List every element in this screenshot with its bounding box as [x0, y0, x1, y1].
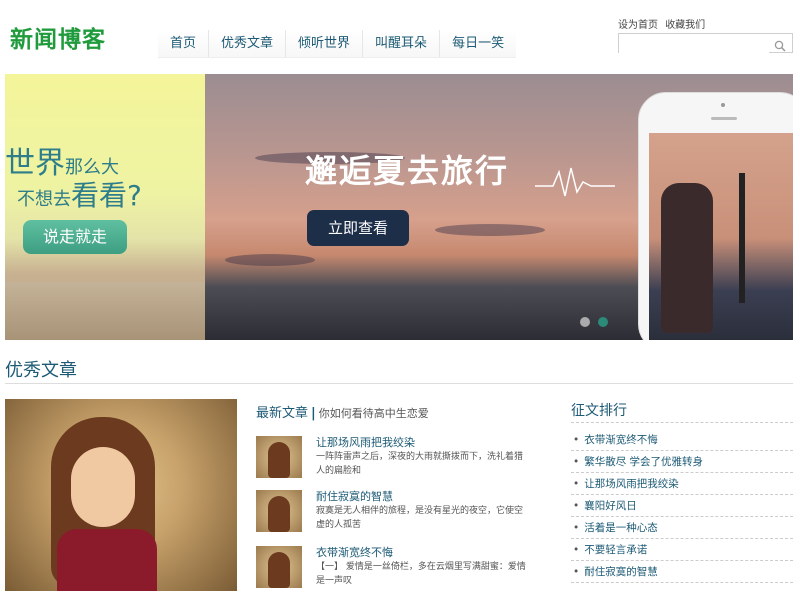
ranking-heading: 征文排行 — [571, 403, 627, 419]
phone-camera — [721, 103, 725, 107]
article-item: 衣带渐宽终不悔 【一】 爱情是一丝倚栏，多在云烟里写满甜蜜：爱情是一声叹 — [256, 546, 546, 592]
tripod-camera — [739, 173, 745, 303]
cloud-shape — [435, 224, 545, 236]
ranking-item[interactable]: 襄阳好风日 — [571, 495, 793, 517]
nav-item-world[interactable]: 倾听世界 — [285, 30, 362, 57]
phone-speaker — [711, 117, 737, 120]
ranking-item[interactable]: 让那场风雨把我绞染 — [571, 473, 793, 495]
article-item: 让那场风雨把我绞染 一阵阵雷声之后，深夜的大雨就撕拨而下，洗礼着猎人的扁脸和 — [256, 436, 546, 482]
latest-articles-heading: 最新文章 | 你如何看待高中生恋爱 — [256, 402, 429, 421]
article-excerpt: 一阵阵雷声之后，深夜的大雨就撕拨而下，洗礼着猎人的扁脸和 — [316, 452, 524, 476]
site-logo[interactable]: 新闻博客 — [10, 20, 106, 54]
ranking-divider — [571, 422, 793, 423]
heading-separator: | — [311, 406, 316, 421]
latest-articles-subtitle[interactable]: 你如何看待高中生恋爱 — [319, 407, 429, 420]
person-silhouette — [661, 183, 713, 333]
search-box — [618, 33, 793, 55]
ranking-item[interactable]: 耐住寂寞的智慧 — [571, 561, 793, 583]
view-now-button[interactable]: 立即查看 — [307, 210, 409, 246]
search-input[interactable] — [619, 37, 769, 55]
article-title[interactable]: 让那场风雨把我绞染 — [316, 434, 415, 450]
nav-item-ears[interactable]: 叫醒耳朵 — [362, 30, 439, 57]
cloud-shape — [225, 254, 315, 266]
article-item: 耐住寂寞的智慧 寂寞是无人相伴的旅程，是没有星光的夜空，它使空虚的人孤苦 — [256, 490, 546, 536]
go-now-button[interactable]: 说走就走 — [23, 220, 127, 254]
ranking-item[interactable]: 不要轻言承诺 — [571, 539, 793, 561]
girl-face — [71, 447, 135, 527]
ranking-item[interactable]: 繁华散尽 学会了优雅转身 — [571, 451, 793, 473]
article-thumbnail[interactable] — [256, 490, 302, 532]
top-links: 设为首页 收藏我们 — [618, 16, 709, 31]
bookmark-link[interactable]: 收藏我们 — [665, 20, 705, 31]
banner-left-line2-big: 看看? — [71, 179, 142, 212]
banner-right-panel: 邂逅夏去旅行 立即查看 — [205, 74, 793, 340]
banner-left-line2-small: 不想去 — [17, 189, 71, 210]
nav-item-articles[interactable]: 优秀文章 — [208, 30, 285, 57]
heartbeat-line-icon — [535, 167, 615, 197]
nav-item-home[interactable]: 首页 — [158, 30, 208, 57]
search-icon[interactable] — [774, 37, 786, 52]
article-thumbnail[interactable] — [256, 436, 302, 478]
article-excerpt: 寂寞是无人相伴的旅程，是没有星光的夜空，它使空虚的人孤苦 — [316, 506, 524, 530]
hero-banner: 世界那么大 不想去看看? 说走就走 邂逅夏去旅行 立即查看 — [5, 74, 793, 340]
section-title: 优秀文章 — [5, 360, 77, 381]
article-thumbnail[interactable] — [256, 546, 302, 588]
set-homepage-link[interactable]: 设为首页 — [618, 20, 658, 31]
phone-image — [638, 92, 793, 340]
banner-left-line2: 不想去看看? — [17, 174, 142, 214]
banner-field-image — [5, 282, 205, 340]
section-divider — [5, 383, 793, 384]
ranking-list: 衣带渐宽终不悔 繁华散尽 学会了优雅转身 让那场风雨把我绞染 襄阳好风日 活着是… — [571, 429, 793, 583]
banner-left-panel: 世界那么大 不想去看看? 说走就走 — [5, 74, 205, 340]
ranking-item[interactable]: 衣带渐宽终不悔 — [571, 429, 793, 451]
carousel-dot-1[interactable] — [580, 317, 590, 327]
article-excerpt: 【一】 爱情是一丝倚栏，多在云烟里写满甜蜜：爱情是一声叹 — [316, 562, 526, 586]
main-nav: 首页 优秀文章 倾听世界 叫醒耳朵 每日一笑 — [158, 30, 517, 58]
banner-headline: 邂逅夏去旅行 — [305, 152, 510, 190]
article-title[interactable]: 衣带渐宽终不悔 — [316, 544, 393, 560]
latest-articles-title[interactable]: 最新文章 — [256, 406, 308, 421]
carousel-dot-2[interactable] — [598, 317, 608, 327]
nav-item-daily[interactable]: 每日一笑 — [439, 30, 516, 57]
featured-article-image[interactable] — [5, 399, 237, 591]
article-title[interactable]: 耐住寂寞的智慧 — [316, 488, 393, 504]
carousel-dots — [580, 317, 608, 327]
girl-dress — [57, 529, 157, 591]
phone-screen-photo — [649, 133, 793, 340]
ranking-item[interactable]: 活着是一种心态 — [571, 517, 793, 539]
